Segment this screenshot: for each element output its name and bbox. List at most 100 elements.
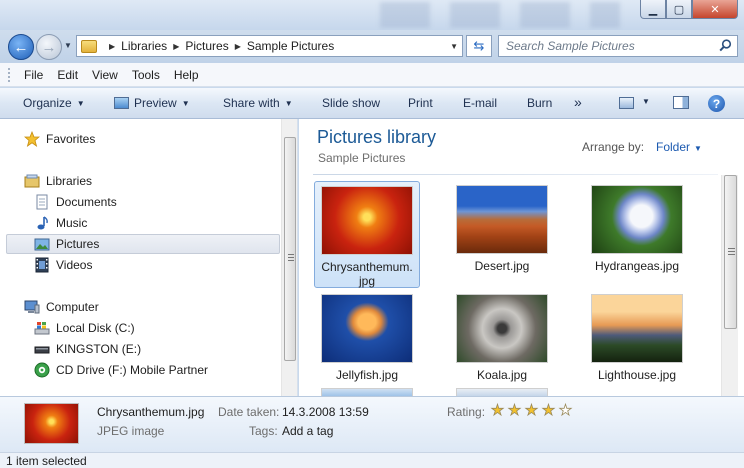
star-icon	[24, 131, 40, 147]
burn-button[interactable]: Burn	[527, 96, 552, 110]
date-taken-value[interactable]: 14.3.2008 13:59	[282, 405, 369, 419]
chevron-down-icon: ▼	[181, 98, 190, 108]
minimize-button[interactable]: ▁	[640, 0, 666, 19]
library-title: Pictures library	[317, 127, 437, 147]
nav-music[interactable]: Music	[34, 213, 87, 233]
back-arrow-icon: ←	[13, 38, 29, 56]
nav-videos[interactable]: Videos	[34, 255, 92, 275]
address-bar[interactable]: ▶ Libraries ▶ Pictures ▶ Sample Pictures…	[76, 35, 463, 57]
breadcrumb-chevron-icon[interactable]: ▶	[235, 42, 241, 51]
forward-button[interactable]: →	[36, 34, 62, 60]
arrange-by-dropdown[interactable]: Folder ▼	[656, 140, 702, 154]
file-name: Koala.jpg	[476, 368, 528, 382]
nav-computer[interactable]: Computer	[24, 297, 99, 317]
menu-file[interactable]: File	[24, 68, 43, 82]
nav-cd-drive[interactable]: CD Drive (F:) Mobile Partner	[34, 360, 208, 380]
file-tile-koala[interactable]: Koala.jpg	[449, 290, 555, 382]
folder-icon	[81, 39, 97, 53]
menu-edit[interactable]: Edit	[57, 68, 78, 82]
search-input[interactable]: Search Sample Pictures	[498, 35, 738, 57]
address-history-dropdown[interactable]: ▼	[450, 42, 458, 51]
file-list-scrollbar-thumb[interactable]	[724, 175, 737, 329]
navigation-scrollbar-thumb[interactable]	[284, 137, 296, 361]
partial-thumbnail[interactable]	[456, 388, 548, 396]
slide-show-button[interactable]: Slide show	[322, 96, 380, 110]
star-filled-icon[interactable]: ★	[506, 402, 523, 419]
nav-libraries[interactable]: Libraries	[24, 171, 92, 191]
refresh-icon: ⇆	[473, 38, 485, 53]
more-chevron-icon: »	[574, 94, 582, 110]
background-taskbar-blur	[380, 2, 620, 28]
breadcrumb-libraries[interactable]: Libraries	[121, 39, 167, 53]
close-button[interactable]: ✕	[692, 0, 738, 19]
more-commands-button[interactable]: »	[574, 94, 582, 110]
file-tile-desert[interactable]: Desert.jpg	[449, 181, 555, 273]
organize-label: Organize	[23, 96, 72, 110]
tags-value[interactable]: Add a tag	[282, 424, 333, 438]
desert-thumbnail	[456, 185, 548, 254]
breadcrumb-chevron-icon[interactable]: ▶	[109, 42, 115, 51]
header-divider	[313, 174, 718, 175]
search-icon[interactable]	[719, 39, 732, 52]
menu-help[interactable]: Help	[174, 68, 199, 82]
breadcrumb-sample-pictures[interactable]: Sample Pictures	[247, 39, 334, 53]
lighthouse-thumbnail	[591, 294, 683, 363]
hydrangeas-thumbnail	[591, 185, 683, 254]
partial-thumbnail[interactable]	[321, 388, 413, 396]
menu-tools[interactable]: Tools	[132, 68, 160, 82]
star-filled-icon[interactable]: ★	[540, 402, 557, 419]
star-filled-icon[interactable]: ★	[523, 402, 540, 419]
menu-bar: File Edit View Tools Help	[0, 63, 744, 87]
windows-drive-icon	[34, 322, 50, 335]
maximize-button[interactable]: ▢	[666, 0, 692, 19]
nav-local-disk[interactable]: Local Disk (C:)	[34, 318, 135, 338]
file-list-scrollbar[interactable]	[721, 175, 738, 396]
navigation-scrollbar[interactable]	[281, 119, 297, 396]
forward-arrow-icon: →	[41, 38, 57, 56]
print-button[interactable]: Print	[408, 96, 433, 110]
share-with-button[interactable]: Share with ▼	[223, 96, 293, 110]
nav-favorites[interactable]: Favorites	[24, 129, 95, 149]
preview-pane-button[interactable]	[673, 96, 689, 109]
recent-pages-dropdown[interactable]: ▼	[64, 41, 72, 50]
nav-kingston[interactable]: KINGSTON (E:)	[34, 339, 141, 359]
help-button[interactable]: ?	[708, 95, 725, 112]
file-tile-lighthouse[interactable]: Lighthouse.jpg	[584, 290, 690, 382]
file-tile-hydrangeas[interactable]: Hydrangeas.jpg	[584, 181, 690, 273]
nav-libraries-label: Libraries	[46, 174, 93, 188]
change-view-button[interactable]	[619, 97, 634, 109]
nav-favorites-label: Favorites	[46, 132, 96, 146]
nav-local-disk-label: Local Disk (C:)	[56, 321, 135, 335]
slide-show-label: Slide show	[322, 96, 381, 110]
rating-label: Rating:	[447, 405, 486, 419]
selected-file-name: Chrysanthemum.jpg	[97, 405, 205, 419]
file-tile-chrysanthemum[interactable]: Chrysanthemum. jpg	[314, 181, 420, 288]
breadcrumb-pictures[interactable]: Pictures	[185, 39, 228, 53]
maximize-icon: ▢	[673, 3, 685, 16]
file-name: Lighthouse.jpg	[597, 368, 677, 382]
nav-computer-label: Computer	[46, 300, 99, 314]
nav-documents[interactable]: Documents	[34, 192, 117, 212]
file-name: Jellyfish.jpg	[335, 368, 399, 382]
back-button[interactable]: ←	[8, 34, 34, 60]
pictures-icon	[34, 238, 50, 251]
file-tile-jellyfish[interactable]: Jellyfish.jpg	[314, 290, 420, 382]
star-empty-icon[interactable]: ★	[557, 402, 574, 419]
view-dropdown-button[interactable]: ▼	[642, 97, 650, 106]
nav-pictures-label: Pictures	[56, 237, 100, 251]
breadcrumb-chevron-icon[interactable]: ▶	[173, 42, 179, 51]
arrange-by-label: Arrange by:	[582, 140, 645, 154]
preview-button[interactable]: Preview ▼	[114, 96, 190, 110]
menu-view[interactable]: View	[92, 68, 118, 82]
navigation-pane: Favorites Libraries Documents Music Pict…	[0, 119, 298, 396]
email-button[interactable]: E-mail	[463, 96, 497, 110]
nav-documents-label: Documents	[56, 195, 117, 209]
arrange-by-value: Folder	[656, 140, 691, 154]
nav-pictures[interactable]: Pictures	[6, 234, 280, 254]
star-filled-icon[interactable]: ★	[489, 402, 506, 419]
organize-button[interactable]: Organize ▼	[23, 96, 85, 110]
rating-stars[interactable]: ★ ★ ★ ★ ★	[489, 402, 574, 419]
refresh-button[interactable]: ⇆	[466, 35, 492, 57]
search-placeholder: Search Sample Pictures	[506, 39, 635, 53]
print-label: Print	[408, 96, 433, 110]
